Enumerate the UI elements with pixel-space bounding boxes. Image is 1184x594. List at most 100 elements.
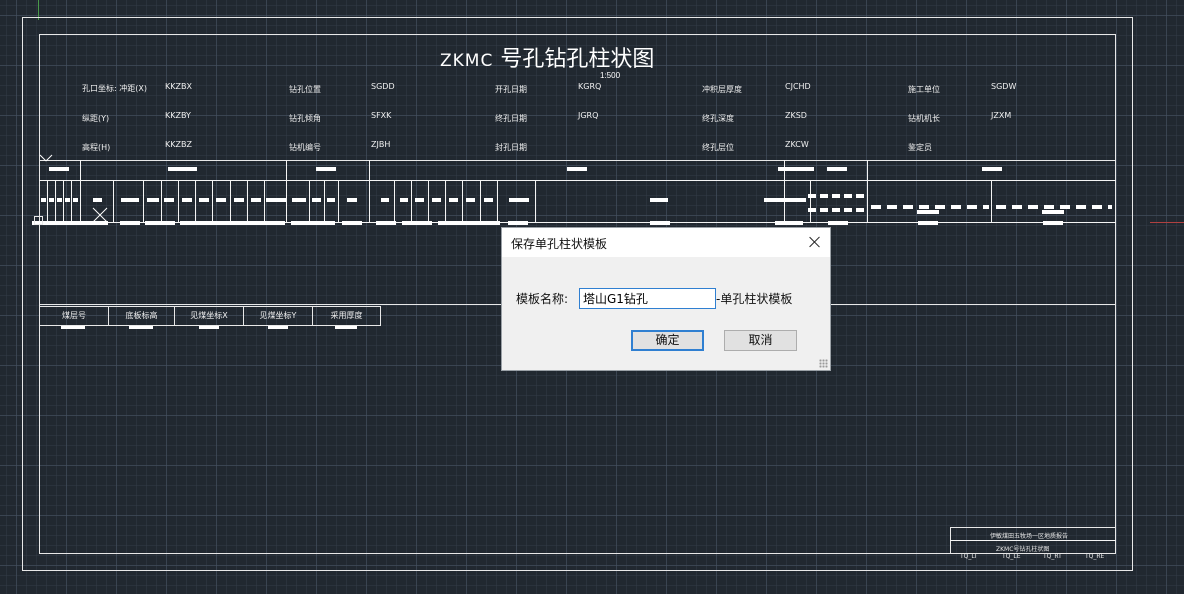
row-baseline <box>1043 221 1063 225</box>
header-field: SGDW <box>991 82 1017 91</box>
legend-cell: 煤层号 <box>39 306 109 326</box>
dashed-placeholder <box>871 205 989 209</box>
column-divider <box>309 180 310 223</box>
cell-placeholder <box>327 198 335 202</box>
cancel-button[interactable]: 取消 <box>724 330 797 351</box>
row-baseline <box>180 221 285 225</box>
header-placeholder <box>49 167 69 171</box>
header-label: 钻孔位置 <box>289 85 321 94</box>
header-field: SFXK <box>371 111 392 120</box>
dialog-title: 保存单孔柱状模板 <box>511 237 608 251</box>
column-divider <box>63 180 64 223</box>
cell-placeholder <box>57 198 62 202</box>
title-block-tag: TQ_RT <box>1043 553 1062 560</box>
cell-placeholder <box>182 198 192 202</box>
cell-placeholder <box>650 198 668 202</box>
title-block-tag: TQ_LE <box>1002 553 1021 560</box>
column-divider <box>369 160 370 223</box>
cell-placeholder <box>484 198 493 202</box>
header-placeholder <box>168 167 197 171</box>
cell-placeholder <box>65 198 70 202</box>
header-field: KKZBZ <box>165 140 192 149</box>
column-divider <box>80 160 81 223</box>
legend-cell: 底板标高 <box>108 306 175 326</box>
cell-placeholder <box>93 198 102 202</box>
header-field: SGDD <box>371 82 395 91</box>
row-baseline <box>508 221 528 225</box>
row-baseline <box>918 221 938 225</box>
legend-cell: 见煤坐标Y <box>243 306 313 326</box>
column-divider <box>445 180 446 223</box>
header-label: 冲积层厚度 <box>702 85 742 94</box>
row-baseline <box>775 221 803 225</box>
column-divider <box>462 180 463 223</box>
header-field: ZKSD <box>785 111 807 120</box>
cell-placeholder <box>266 198 286 202</box>
resize-grip-icon[interactable] <box>819 359 828 368</box>
template-name-suffix: -单孔柱状模板 <box>716 292 793 306</box>
title-block-rule <box>950 540 1116 541</box>
cell-placeholder <box>449 198 458 202</box>
row-baseline <box>376 221 396 225</box>
column-divider <box>810 180 811 223</box>
header-label: 孔口坐标: 冲距(X) <box>82 84 147 93</box>
header-label: 鉴定员 <box>908 143 932 152</box>
cell-placeholder <box>147 198 159 202</box>
column-divider <box>47 180 48 223</box>
ok-button[interactable]: 确定 <box>631 330 704 351</box>
header-placeholder <box>567 167 587 171</box>
header-placeholder <box>316 167 336 171</box>
dashed-placeholder <box>996 205 1112 209</box>
close-icon[interactable] <box>806 233 824 251</box>
legend-placeholder <box>61 326 85 329</box>
header-label: 钻机编号 <box>289 143 321 152</box>
cell-placeholder <box>917 210 939 214</box>
header-label: 钻机机长 <box>908 114 940 123</box>
column-divider <box>143 180 144 223</box>
column-divider <box>264 180 265 223</box>
header-label: 施工单位 <box>908 85 940 94</box>
header-label: 终孔层位 <box>702 143 734 152</box>
template-name-input[interactable] <box>579 288 716 309</box>
column-divider <box>480 180 481 223</box>
dashed-placeholder <box>808 194 866 198</box>
cell-placeholder <box>199 198 209 202</box>
cell-placeholder <box>509 198 529 202</box>
header-label: 纵距(Y) <box>82 114 110 123</box>
drawing-title: ZKMC 号孔钻孔柱状图 <box>440 47 655 72</box>
column-divider <box>212 180 213 223</box>
header-label: 终孔深度 <box>702 114 734 123</box>
origin-marker-icon <box>34 216 43 225</box>
header-field: ZKCW <box>785 140 809 149</box>
header-label: 终孔日期 <box>495 114 527 123</box>
ucs-marker-icon <box>39 154 53 162</box>
header-field: KKZBY <box>165 111 191 120</box>
title-block-line2: ZKMC号钻孔柱状图 <box>996 546 1050 553</box>
cell-placeholder <box>234 198 244 202</box>
header-placeholder <box>778 167 814 171</box>
column-divider <box>161 180 162 223</box>
legend-cell: 采用厚度 <box>312 306 381 326</box>
legend-placeholder <box>268 326 288 329</box>
column-divider <box>195 180 196 223</box>
legend-cell: 见煤坐标X <box>174 306 244 326</box>
column-divider <box>428 180 429 223</box>
legend-placeholder <box>335 326 357 329</box>
title-block-line1: 伊敏煤田五牧场一区地质报告 <box>990 533 1069 540</box>
legend-placeholder <box>199 326 219 329</box>
column-divider <box>394 180 395 223</box>
cell-placeholder <box>466 198 475 202</box>
cell-placeholder <box>216 198 226 202</box>
row-baseline <box>650 221 670 225</box>
dialog-title-bar[interactable]: 保存单孔柱状模板 <box>502 228 830 257</box>
row-baseline <box>145 221 175 225</box>
cell-placeholder <box>764 198 806 202</box>
cell-placeholder <box>121 198 139 202</box>
cross-mark-icon <box>92 207 108 223</box>
template-name-label: 模板名称: <box>516 292 569 306</box>
header-field: KKZBX <box>165 82 192 91</box>
title-block-tag: TQ_RE <box>1085 553 1105 560</box>
dashed-placeholder <box>808 208 866 212</box>
column-divider <box>178 180 179 223</box>
header-field: JZXM <box>991 111 1012 120</box>
